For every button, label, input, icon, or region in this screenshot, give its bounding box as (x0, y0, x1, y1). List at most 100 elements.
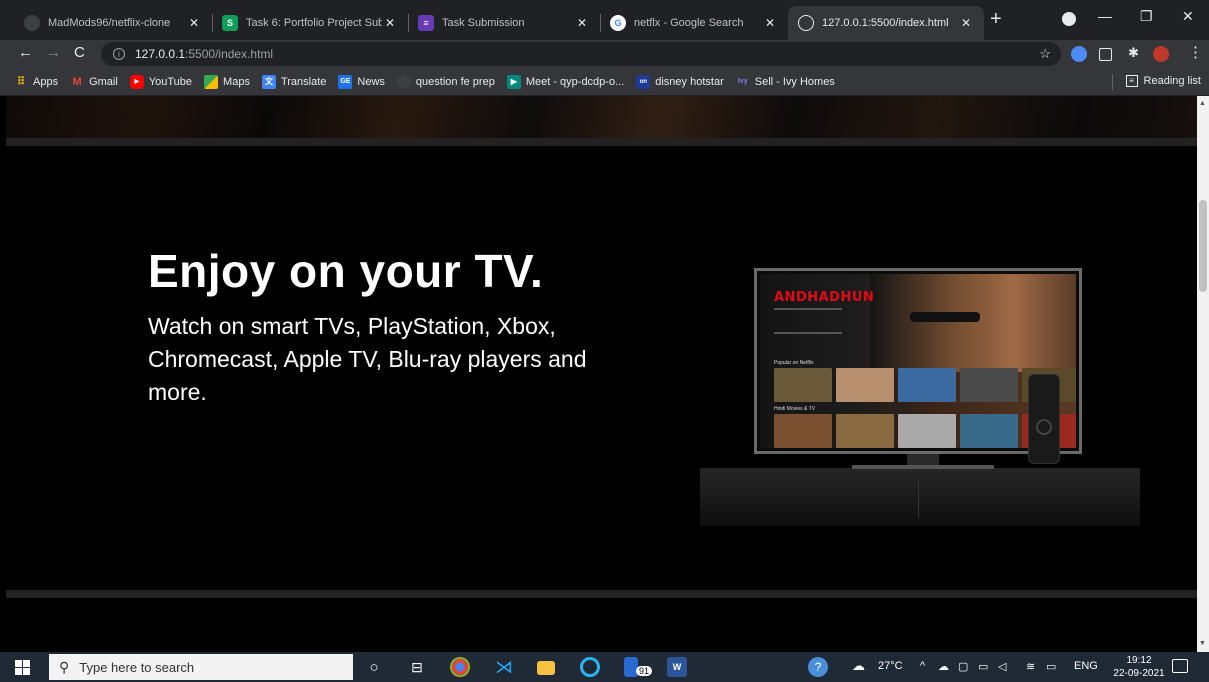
site-info-icon[interactable]: i (113, 48, 125, 60)
word-taskbar-icon[interactable]: W (667, 657, 687, 677)
bookmark-disney-hotstar[interactable]: on disney hotstar (636, 74, 724, 89)
feature-description: Watch on smart TVs, PlayStation, Xbox, C… (148, 313, 587, 405)
tab-localhost[interactable]: 127.0.0.1:5500/index.html ✕ (788, 6, 984, 40)
globe-icon (798, 15, 814, 31)
reading-list-button[interactable]: ≡ Reading list (1125, 75, 1201, 87)
meet-now-icon[interactable]: ▢ (958, 660, 968, 673)
url-path: :5500/index.html (185, 47, 274, 61)
sheets-s-icon: S (222, 15, 238, 31)
clock-time: 19:12 (1126, 655, 1152, 666)
youtube-icon: ▶ (129, 74, 144, 89)
meet-icon: ▶ (506, 74, 521, 89)
vscode-taskbar-icon[interactable]: ⋊ (494, 657, 514, 677)
browser-toolbar: ← → C i 127.0.0.1:5500/index.html ☆ ✱ ⋮ (0, 40, 1209, 68)
keyboard-icon[interactable]: ▭ (1046, 660, 1056, 673)
forward-icon[interactable]: → (46, 44, 61, 62)
screenshot-extension-icon[interactable] (1099, 48, 1112, 61)
tv-stand-base (852, 465, 994, 469)
windows-taskbar: ⚲ Type here to search ○ ⊟ ⋊ 91 W ? ☁ 27°… (0, 652, 1209, 682)
bookmark-ivy-homes[interactable]: Ivy Sell - Ivy Homes (736, 75, 835, 89)
clock-date: 22-09-2021 (1113, 668, 1165, 679)
taskbar-clock[interactable]: 19:12 22-09-2021 (1112, 654, 1166, 680)
reload-icon[interactable]: C (74, 44, 85, 62)
page-scrollbar[interactable]: ▲ ▼ (1197, 96, 1209, 652)
apps-grid-icon: ⠿ (16, 76, 26, 88)
hero-background-image (6, 96, 1197, 138)
tv-console-image (700, 468, 1140, 526)
bookmark-maps[interactable]: Maps (204, 74, 250, 89)
windows-start-icon[interactable] (15, 660, 30, 675)
new-tab-button[interactable]: + (990, 9, 1002, 29)
tab-title: Task 6: Portfolio Project Subm (246, 17, 382, 29)
menu-kebab-icon[interactable]: ⋮ (1188, 44, 1203, 62)
close-icon[interactable]: ✕ (186, 16, 202, 30)
onedrive-icon[interactable]: ☁ (938, 660, 949, 673)
weather-temperature[interactable]: 27°C (878, 660, 903, 672)
address-bar[interactable]: i 127.0.0.1:5500/index.html ☆ (101, 42, 1061, 66)
language-indicator[interactable]: ENG (1074, 660, 1098, 672)
bookmark-youtube[interactable]: ▶ YouTube (129, 74, 192, 89)
tab-title: 127.0.0.1:5500/index.html (822, 17, 949, 29)
notification-badge: 91 (636, 666, 653, 676)
tv-thumbnail (774, 368, 832, 402)
scroll-down-icon[interactable]: ▼ (1199, 640, 1206, 647)
bookmarks-bar: ⠿ Apps M Gmail ▶ YouTube Maps 文 Translat… (0, 68, 1209, 96)
close-icon[interactable]: ✕ (382, 16, 398, 30)
bookmark-news[interactable]: GE News (338, 74, 385, 89)
bookmark-apps[interactable]: ⠿ Apps (14, 75, 58, 89)
wifi-icon[interactable]: ≋ (1026, 660, 1035, 673)
chrome-taskbar-icon[interactable] (450, 657, 470, 677)
task-view-icon[interactable]: ⊟ (407, 657, 427, 677)
action-center-icon[interactable] (1172, 659, 1188, 673)
close-icon[interactable]: ✕ (958, 16, 974, 30)
tab-task-submission[interactable]: ≡ Task Submission ✕ (408, 6, 600, 40)
battery-icon[interactable]: ▭ (978, 660, 988, 673)
tab-title: Task Submission (442, 17, 525, 29)
back-icon[interactable]: ← (18, 44, 33, 62)
tv-show-description (774, 308, 842, 334)
scrollbar-thumb[interactable] (1199, 200, 1207, 292)
weather-cloud-icon[interactable]: ☁ (852, 658, 865, 674)
close-icon[interactable]: ✕ (762, 16, 778, 30)
bookmark-gmail[interactable]: M Gmail (70, 75, 118, 89)
volume-icon[interactable]: ◁ (998, 660, 1006, 673)
bookmark-question-fe-prep[interactable]: question fe prep (396, 74, 495, 89)
bookmark-label: News (357, 75, 385, 88)
tv-thumbnail (898, 368, 956, 402)
tab-github[interactable]: MadMods96/netflix-clone ✕ (14, 6, 212, 40)
restore-button[interactable]: ❐ (1140, 8, 1153, 25)
profile-dropdown-icon[interactable] (1062, 12, 1076, 26)
taskbar-search-box[interactable]: ⚲ Type here to search (49, 654, 353, 680)
scroll-up-icon[interactable]: ▲ (1199, 100, 1206, 107)
extension-icon[interactable] (1071, 46, 1087, 62)
section-divider (6, 138, 1197, 146)
blank-page-icon (396, 74, 411, 89)
tv-thumbnail (836, 414, 894, 448)
cortana-ring-icon[interactable] (580, 657, 600, 677)
section-divider (6, 590, 1197, 598)
tray-chevron-icon[interactable]: ^ (920, 660, 925, 672)
feature-headline: Enjoy on your TV. (148, 245, 544, 297)
help-icon[interactable]: ? (808, 657, 828, 677)
tab-google-search[interactable]: G netflx - Google Search ✕ (600, 6, 788, 40)
file-explorer-icon[interactable] (537, 661, 555, 675)
bookmark-meet[interactable]: ▶ Meet - qyp-dcdp-o... (506, 74, 624, 89)
store-icon[interactable] (624, 657, 638, 677)
tab-task6[interactable]: S Task 6: Portfolio Project Subm ✕ (212, 6, 408, 40)
news-icon: GE (338, 74, 353, 89)
tv-thumbnail (960, 414, 1018, 448)
tab-title: netflx - Google Search (634, 17, 744, 29)
bookmark-star-icon[interactable]: ☆ (1039, 46, 1051, 62)
page-viewport: Enjoy on your TV. Watch on smart TVs, Pl… (6, 96, 1197, 652)
close-icon[interactable]: ✕ (574, 16, 590, 30)
maps-icon (204, 74, 219, 89)
bookmark-translate[interactable]: 文 Translate (261, 74, 326, 89)
puzzle-extensions-icon[interactable]: ✱ (1128, 44, 1139, 62)
profile-avatar[interactable] (1153, 46, 1169, 62)
close-window-button[interactable]: ✕ (1182, 8, 1194, 25)
minimize-button[interactable]: — (1098, 8, 1112, 24)
cortana-icon[interactable]: ○ (364, 657, 384, 677)
bookmark-label: Gmail (89, 75, 118, 88)
bookmark-label: Apps (33, 75, 59, 88)
tv-thumbnail (898, 414, 956, 448)
